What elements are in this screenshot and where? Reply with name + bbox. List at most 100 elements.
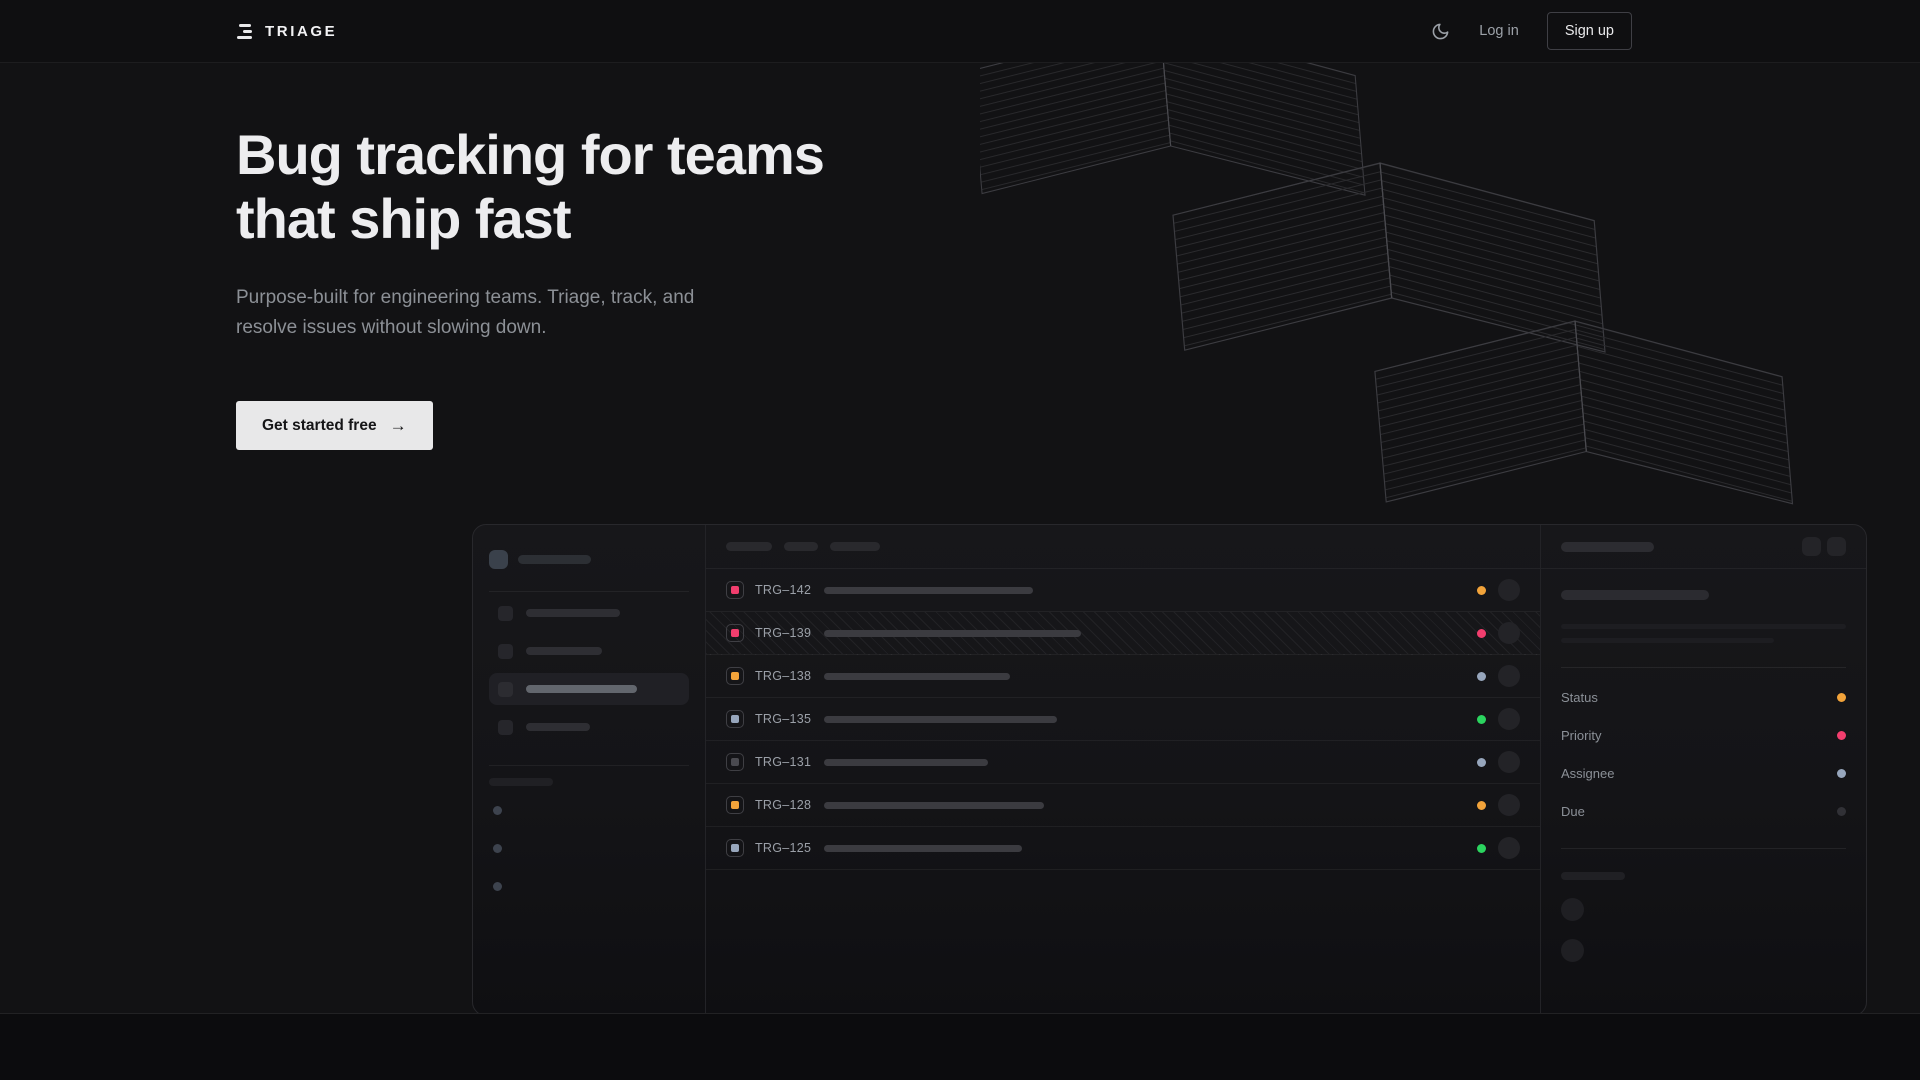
issue-id: TRG–125 <box>755 841 813 855</box>
status-dot <box>1477 844 1486 853</box>
detail-field: Due <box>1561 792 1846 830</box>
activity-label-placeholder <box>1561 872 1625 880</box>
issue-title-placeholder <box>824 845 1022 852</box>
assignee-avatar <box>1498 579 1520 601</box>
workspace-avatar <box>489 550 508 569</box>
issue-id: TRG–135 <box>755 712 813 726</box>
brand-logo[interactable]: TRIAGE <box>236 22 337 40</box>
issue-type-icon <box>726 710 744 728</box>
issue-row: TRG–128 <box>706 784 1540 827</box>
detail-field: Status <box>1561 678 1846 716</box>
issue-row: TRG–135 <box>706 698 1540 741</box>
issue-type-icon <box>726 624 744 642</box>
preview-nav-item <box>489 635 689 667</box>
activity-avatar-placeholder <box>1561 939 1584 962</box>
filter-placeholder <box>726 542 772 551</box>
issue-title-placeholder <box>824 759 988 766</box>
preview-nav-items <box>489 597 689 743</box>
divider <box>1561 848 1846 849</box>
issue-row-selected: TRG–139 <box>706 612 1540 655</box>
issue-row: TRG–138 <box>706 655 1540 698</box>
nav-item-label-placeholder <box>526 685 637 693</box>
nav-item-label-placeholder <box>526 609 620 617</box>
hero-title-line2: that ship fast <box>236 187 570 250</box>
triage-logo-icon <box>236 22 254 40</box>
nav-item-icon <box>498 644 513 659</box>
issue-id: TRG–131 <box>755 755 813 769</box>
nav-item-label-placeholder <box>526 723 590 731</box>
issue-id: TRG–138 <box>755 669 813 683</box>
section-label-placeholder <box>489 778 553 786</box>
next-section-band <box>0 1014 1920 1080</box>
status-dot <box>1477 715 1486 724</box>
assignee-avatar <box>1498 708 1520 730</box>
issue-id: TRG–139 <box>755 626 813 640</box>
theme-toggle-button[interactable] <box>1429 20 1451 42</box>
preview-issue-list: TRG–142 TRG–139 TRG–138 <box>706 525 1540 1014</box>
issue-row: TRG–131 <box>706 741 1540 784</box>
issue-type-icon <box>726 667 744 685</box>
preview-sidebar <box>473 525 706 1014</box>
activity-avatar-placeholder <box>1561 898 1584 921</box>
issue-title-placeholder <box>824 587 1033 594</box>
field-label: Due <box>1561 804 1585 819</box>
workspace-name-placeholder <box>518 555 591 564</box>
issue-title-placeholder <box>1561 590 1709 600</box>
divider <box>1561 667 1846 668</box>
preview-nav-item <box>489 597 689 629</box>
status-dot <box>1477 672 1486 681</box>
details-title-placeholder <box>1561 542 1654 552</box>
status-dot <box>1477 629 1486 638</box>
signup-button[interactable]: Sign up <box>1547 12 1632 50</box>
nav-item-icon <box>498 720 513 735</box>
issue-type-icon <box>726 581 744 599</box>
preview-details-panel: Status Priority Assignee Due <box>1540 525 1866 1014</box>
hero-title-line1: Bug tracking for teams <box>236 123 824 186</box>
filter-placeholder <box>784 542 818 551</box>
preview-nav-item <box>489 711 689 743</box>
issue-row: TRG–125 <box>706 827 1540 870</box>
details-actions <box>1802 537 1846 556</box>
description-line-placeholder <box>1561 638 1774 643</box>
divider <box>489 765 689 766</box>
issue-id: TRG–128 <box>755 798 813 812</box>
field-value-dot <box>1837 693 1846 702</box>
panel-action-button <box>1827 537 1846 556</box>
field-label: Assignee <box>1561 766 1614 781</box>
issue-title-placeholder <box>824 673 1010 680</box>
issue-type-icon <box>726 796 744 814</box>
assignee-avatar <box>1498 837 1520 859</box>
panel-action-button <box>1802 537 1821 556</box>
field-label: Status <box>1561 690 1598 705</box>
issue-title-placeholder <box>824 802 1044 809</box>
issue-title-placeholder <box>824 716 1057 723</box>
nav-item-icon <box>498 682 513 697</box>
moon-icon <box>1431 22 1450 41</box>
issue-id: TRG–142 <box>755 583 813 597</box>
login-link[interactable]: Log in <box>1479 23 1519 39</box>
hero-subtitle: Purpose-built for engineering teams. Tri… <box>236 283 1920 343</box>
preview-workspace-row <box>489 550 689 569</box>
details-header <box>1541 525 1866 569</box>
top-nav: TRIAGE Log in Sign up <box>0 0 1920 63</box>
status-dot <box>1477 586 1486 595</box>
app-preview-panel: TRG–142 TRG–139 TRG–138 <box>472 524 1867 1014</box>
issue-type-icon <box>726 839 744 857</box>
description-line-placeholder <box>1561 624 1846 629</box>
details-fields: Status Priority Assignee Due <box>1561 678 1846 830</box>
hero-title: Bug tracking for teams that ship fast <box>236 123 1920 251</box>
arrow-right-icon: → <box>390 416 407 436</box>
assignee-avatar <box>1498 751 1520 773</box>
detail-field: Assignee <box>1561 754 1846 792</box>
preview-project-dots <box>489 806 689 891</box>
field-value-dot <box>1837 731 1846 740</box>
field-value-dot <box>1837 769 1846 778</box>
nav-actions: Log in Sign up <box>1429 12 1632 50</box>
issue-title-placeholder <box>824 630 1081 637</box>
assignee-avatar <box>1498 794 1520 816</box>
issue-row: TRG–142 <box>706 569 1540 612</box>
nav-item-icon <box>498 606 513 621</box>
filter-placeholder <box>830 542 880 551</box>
get-started-button[interactable]: Get started free → <box>236 401 433 450</box>
status-dot <box>1477 801 1486 810</box>
